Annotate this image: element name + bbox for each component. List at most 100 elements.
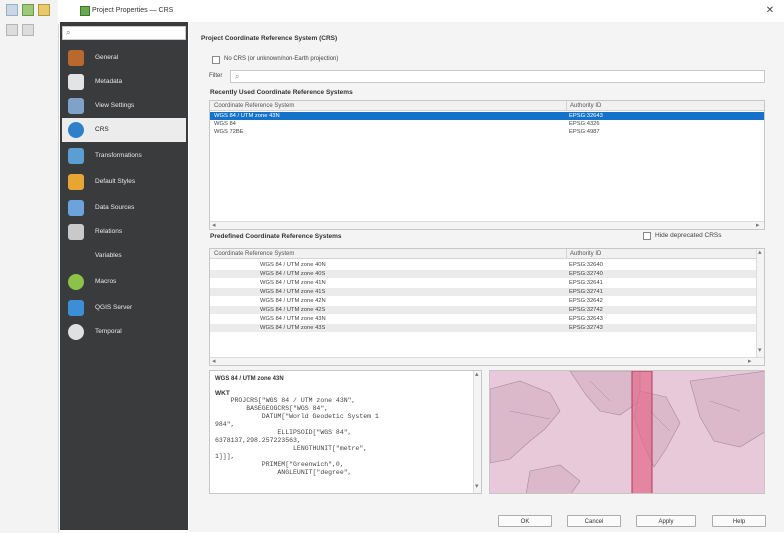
toolbar-icon [38,4,50,16]
table-row[interactable]: WGS 84 EPSG:4326 [210,120,764,128]
table-row[interactable]: WGS 84 / UTM zone 41S EPSG:32741 [210,288,756,296]
search-icon: ⌕ [66,28,71,37]
scroll-down-icon[interactable]: ▾ [758,346,762,354]
filter-input[interactable]: ⌕ [230,70,765,83]
authority-cell: EPSG:32641 [569,280,603,286]
horizontal-scrollbar[interactable]: ◂ ▸ [210,357,764,365]
authority-cell: EPSG:32640 [569,262,603,268]
table-row[interactable]: WGS 84 / UTM zone 43S EPSG:32743 [210,324,756,332]
table-row[interactable]: WGS 84 / UTM zone 41N EPSG:32641 [210,279,756,287]
scroll-left-icon[interactable]: ◂ [212,357,216,365]
server-icon [68,300,84,316]
sidebar-item-general[interactable]: General [62,46,186,70]
dialog-title: Project Properties — CRS [92,7,174,14]
sidebar-item-temporal[interactable]: Temporal [62,320,186,344]
table-row[interactable]: WGS 84 / UTM zone 43N EPSG:32643 [210,315,756,323]
sidebar-item-label: Transformations [95,152,142,159]
crs-name-cell: WGS 72BE [214,129,244,135]
column-header-crs[interactable]: Coordinate Reference System [214,101,294,111]
crs-name-cell: WGS 84 / UTM zone 40N [260,262,326,268]
column-header-authority[interactable]: Authority ID [566,101,601,111]
table-row[interactable]: WGS 84 / UTM zone 43N EPSG:32643 [210,112,764,120]
horizontal-scrollbar[interactable]: ◂ ▸ [210,221,764,229]
sidebar-item-label: Relations [95,228,123,235]
vertical-scrollbar[interactable]: ▴ ▾ [473,371,481,493]
landmass-shape [490,380,561,464]
scroll-up-icon[interactable]: ▴ [758,249,762,256]
toolbar-icon [22,24,34,36]
wkt-label: WKT [215,390,230,397]
table-row[interactable]: WGS 84 / UTM zone 40S EPSG:32740 [210,270,756,278]
hide-deprecated-checkbox[interactable] [643,232,651,240]
column-header-crs[interactable]: Coordinate Reference System [214,249,294,259]
toolbar-icon [6,4,18,16]
landmass-shape [689,371,764,448]
crs-name-cell: WGS 84 / UTM zone 43N [214,113,280,119]
help-button[interactable]: Help [712,515,766,527]
sidebar-item-label: CRS [95,126,109,133]
sidebar-item-crs[interactable]: CRS [62,118,186,142]
sidebar-item-label: Variables [95,252,122,259]
sidebar-item-transformations[interactable]: Transformations [62,144,186,168]
clock-icon [68,324,84,340]
cancel-button[interactable]: Cancel [567,515,621,527]
sidebar-item-metadata[interactable]: Metadata [62,70,186,94]
crs-extent-map[interactable] [489,370,765,494]
sidebar-item-label: General [95,54,119,61]
sidebar-item-data-sources[interactable]: Data Sources [62,196,186,220]
hide-deprecated-label: Hide deprecated CRSs [655,232,722,239]
wrench-icon [68,50,84,66]
sidebar-item-label: QGIS Server [95,304,133,311]
sidebar-item-variables[interactable]: Variables [62,244,186,268]
no-crs-label: No CRS (or unknown/non-Earth projection) [224,56,339,62]
sidebar-item-relations[interactable]: Relations [62,220,186,244]
landmass-shape [569,371,641,416]
sidebar-item-view-settings[interactable]: View Settings [62,94,186,118]
no-crs-checkbox[interactable] [212,56,220,64]
search-icon: ⌕ [235,72,240,81]
table-header: Coordinate Reference System Authority ID [210,101,764,111]
sidebar-item-default-styles[interactable]: Default Styles [62,170,186,194]
authority-cell: EPSG:32741 [569,289,603,295]
pencil-icon [68,74,84,90]
apply-button[interactable]: Apply [636,515,696,527]
table-row[interactable]: WGS 84 / UTM zone 42S EPSG:32742 [210,306,756,314]
predefined-crs-title: Predefined Coordinate Reference Systems [210,233,342,240]
crs-name-cell: WGS 84 / UTM zone 42N [260,298,326,304]
scroll-down-icon[interactable]: ▾ [475,482,479,490]
utm-zone-highlight [631,371,653,493]
crs-details-panel[interactable]: WGS 84 / UTM zone 43N WKT PROJCRS["WGS 8… [209,370,482,494]
scroll-right-icon[interactable]: ▸ [748,357,752,365]
table-row[interactable]: WGS 84 / UTM zone 42N EPSG:32642 [210,297,756,305]
authority-cell: EPSG:4326 [569,121,600,127]
globe-icon [68,122,84,138]
table-row[interactable]: WGS 84 / UTM zone 40N EPSG:32640 [210,261,756,269]
sidebar-item-macros[interactable]: Macros [62,270,186,294]
toolbar-icon [6,24,18,36]
predefined-crs-table[interactable]: Coordinate Reference System Authority ID… [209,248,765,366]
table-row[interactable]: WGS 72BE EPSG:4987 [210,128,764,136]
landmass-shape [526,464,581,493]
sidebar-item-qgis-server[interactable]: QGIS Server [62,296,186,320]
sidebar-item-label: Default Styles [95,178,136,185]
close-button[interactable]: ✕ [762,4,778,18]
scroll-up-icon[interactable]: ▴ [475,371,479,378]
ok-button[interactable]: OK [498,515,552,527]
sidebar-item-label: Temporal [95,328,122,335]
vertical-scrollbar[interactable]: ▴ ▾ [756,249,764,357]
sidebar-item-label: Data Sources [95,204,135,211]
filter-label: Filter [209,73,223,79]
crs-name-cell: WGS 84 / UTM zone 43N [260,316,326,322]
qgis-app-icon [80,6,90,16]
authority-cell: EPSG:32643 [569,113,603,119]
transform-icon [68,148,84,164]
relations-icon [68,224,84,240]
scroll-right-icon[interactable]: ▸ [756,221,760,229]
scroll-left-icon[interactable]: ◂ [212,221,216,229]
table-header: Coordinate Reference System Authority ID [210,249,756,259]
recent-crs-table[interactable]: Coordinate Reference System Authority ID… [209,100,765,230]
sidebar-search-input[interactable]: ⌕ [62,26,186,40]
column-header-authority[interactable]: Authority ID [566,249,601,259]
world-map-preview [490,371,764,493]
macros-icon [68,274,84,290]
